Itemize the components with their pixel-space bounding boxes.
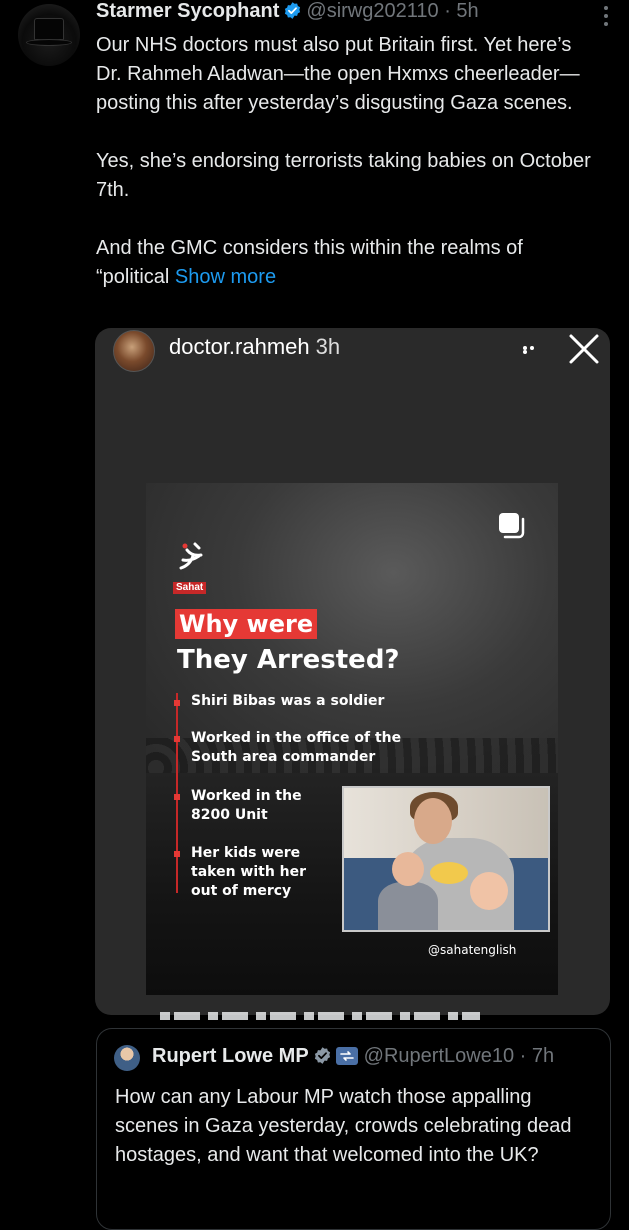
sahat-brand: Sahat	[173, 582, 207, 594]
verified-badge-icon	[285, 2, 301, 19]
tweet-media-image[interactable]: doctor.rahmeh 3h Sahat Why were They Arre…	[95, 328, 610, 1015]
story-time: 3h	[315, 334, 341, 359]
story-author-avatar	[113, 330, 155, 372]
story-author: doctor.rahmeh 3h	[169, 334, 340, 360]
watermark-handle: @sahatenglish	[428, 943, 517, 957]
headline-rest: They Arrested?	[177, 645, 400, 675]
author-avatar[interactable]	[18, 4, 80, 66]
quoted-author-handle: @RupertLowe10	[363, 1045, 515, 1067]
tweet-paragraph-text: And the GMC considers this within the re…	[96, 237, 523, 288]
point-line: Her kids were	[191, 845, 301, 861]
point-item: Her kids were taken with her out of merc…	[191, 844, 306, 901]
tweet-paragraph: Yes, she’s endorsing terrorists taking b…	[96, 150, 591, 201]
more-options-icon[interactable]	[603, 6, 609, 28]
quoted-tweet-text: How can any Labour MP watch those appall…	[115, 1086, 572, 1166]
headline-highlight: Why were	[175, 609, 318, 639]
point-line: Shiri Bibas was a soldier	[191, 693, 385, 709]
multi-image-icon	[499, 513, 525, 539]
close-icon	[569, 334, 599, 364]
affiliate-badge-icon	[335, 1047, 358, 1065]
bullet-marker	[174, 851, 180, 857]
story-more-icon	[523, 346, 543, 354]
story-post-image: Sahat Why were They Arrested? Shiri Biba…	[146, 483, 558, 995]
point-item: Shiri Bibas was a soldier	[191, 692, 384, 711]
point-line: out of mercy	[191, 883, 292, 899]
verified-badge-icon	[314, 1047, 330, 1064]
tweet-paragraph: Our NHS doctors must also put Britain fi…	[96, 34, 580, 114]
tweet-header: Starmer Sycophant @sirwg202110 · 5h	[96, 0, 616, 28]
bullet-marker	[174, 736, 180, 742]
author-name[interactable]: Starmer Sycophant	[96, 0, 279, 22]
bullet-marker	[174, 794, 180, 800]
top-hat-icon	[34, 18, 64, 40]
point-line: South area commander	[191, 749, 376, 765]
timeline-line	[176, 693, 178, 893]
point-line: taken with her	[191, 864, 307, 880]
tweet-time[interactable]: 5h	[456, 0, 478, 22]
sahat-logo-icon	[179, 542, 203, 570]
quoted-tweet-time: 7h	[531, 1045, 555, 1067]
family-photo	[342, 786, 550, 932]
point-item: Worked in the 8200 Unit	[191, 787, 302, 825]
point-line: Worked in the	[191, 788, 302, 804]
point-line: 8200 Unit	[191, 807, 268, 823]
separator-dot: ·	[519, 1045, 527, 1067]
point-line: Worked in the office of the	[191, 730, 402, 746]
quoted-author-avatar	[114, 1045, 140, 1071]
cropped-caption	[160, 1010, 480, 1020]
quoted-tweet-header: Rupert Lowe MP @RupertLowe10 · 7h	[152, 1045, 554, 1068]
show-more-link[interactable]: Show more	[175, 266, 276, 288]
author-handle[interactable]: @sirwg202110	[306, 0, 438, 22]
tweet-text: Our NHS doctors must also put Britain fi…	[96, 31, 601, 292]
quoted-author-name: Rupert Lowe MP	[152, 1045, 309, 1067]
bullet-marker	[174, 700, 180, 706]
story-username: doctor.rahmeh	[169, 334, 310, 359]
separator-dot: ·	[444, 0, 451, 22]
tweet-paragraph: And the GMC considers this within the re…	[96, 234, 601, 292]
point-item: Worked in the office of the South area c…	[191, 729, 401, 767]
